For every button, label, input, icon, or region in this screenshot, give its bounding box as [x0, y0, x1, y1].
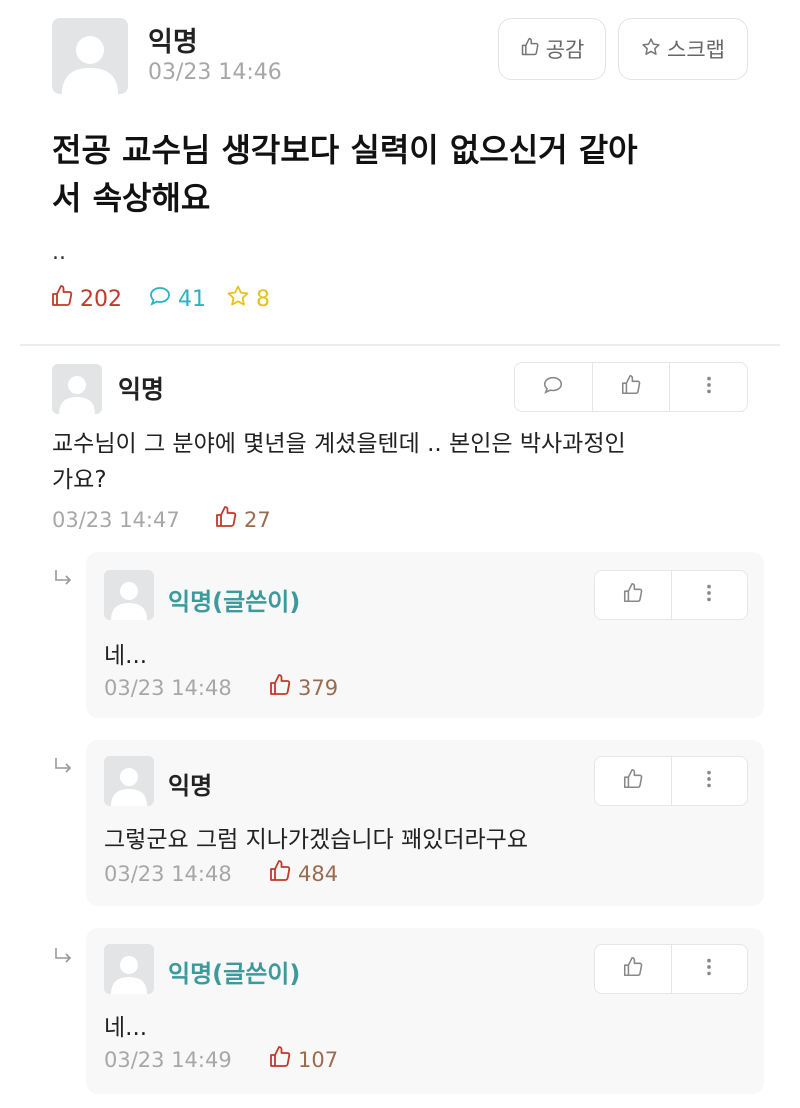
reply-like-button[interactable]	[595, 757, 671, 805]
reply-like-count: 484	[268, 859, 338, 888]
comment-author-avatar	[52, 364, 102, 414]
reply-action-bar	[594, 570, 748, 620]
star-icon	[226, 284, 250, 314]
more-vertical-icon	[698, 768, 720, 794]
reply-author-avatar	[104, 756, 154, 806]
post-like-count: 202	[50, 284, 122, 314]
thumbs-up-icon	[622, 582, 644, 608]
star-icon	[641, 37, 661, 62]
reply-text: 네...	[104, 1015, 148, 1041]
scrap-button[interactable]: 스크랩	[618, 18, 748, 80]
thumbs-up-icon	[622, 768, 644, 794]
scrap-button-label: 스크랩	[667, 38, 725, 62]
more-vertical-icon	[698, 374, 720, 400]
reply-action-bar	[594, 944, 748, 994]
post-date: 03/23 14:46	[148, 60, 282, 85]
comment-action-bar	[514, 362, 748, 412]
thumbs-up-icon	[268, 1045, 292, 1074]
reply-arrow-icon	[55, 948, 72, 963]
comment-like-count: 27	[214, 505, 271, 534]
thumbs-up-icon	[622, 956, 644, 982]
comment-icon	[542, 374, 564, 400]
reply-date: 03/23 14:49	[104, 1048, 232, 1072]
more-vertical-icon	[698, 582, 720, 608]
reply-more-button[interactable]	[670, 571, 748, 619]
comment-author-name: 익명	[118, 375, 165, 404]
comment-date: 03/23 14:47	[52, 508, 180, 532]
reply-more-button[interactable]	[670, 945, 748, 993]
reply-author-name: 익명(글쓴이)	[168, 588, 301, 616]
reply-more-button[interactable]	[670, 757, 748, 805]
post-title-line2: 서 속상해요	[52, 179, 211, 217]
reply-arrow-icon	[55, 758, 72, 773]
comment-text-line2: 가요?	[52, 467, 107, 493]
reply-arrow-icon	[55, 570, 72, 585]
reply-text: 그렇군요 그럼 지나가겠습니다 꽤있더라구요	[104, 827, 528, 853]
comment-like-button[interactable]	[591, 363, 670, 411]
post-title-line1: 전공 교수님 생각보다 실력이 없으신거 같아	[52, 131, 638, 169]
post-author-avatar	[52, 18, 128, 94]
thumbs-up-icon	[214, 505, 238, 534]
like-button[interactable]: 공감	[498, 18, 606, 80]
divider	[20, 344, 780, 346]
like-button-label: 공감	[545, 38, 585, 62]
reply-like-count: 107	[268, 1045, 338, 1074]
reply-action-bar	[594, 756, 748, 806]
reply-date: 03/23 14:48	[104, 862, 232, 886]
thumbs-up-icon	[268, 859, 292, 888]
post-body: ..	[52, 240, 66, 265]
reply-like-button[interactable]	[595, 571, 671, 619]
reply-author-avatar	[104, 570, 154, 620]
thumbs-up-icon	[620, 374, 642, 400]
comment-text-line1: 교수님이 그 분야에 몇년을 계셨을텐데 .. 본인은 박사과정인	[52, 431, 626, 457]
thumbs-up-icon	[50, 284, 74, 314]
comment-more-button[interactable]	[669, 363, 747, 411]
reply-text: 네...	[104, 643, 148, 669]
reply-date: 03/23 14:48	[104, 676, 232, 700]
more-vertical-icon	[698, 956, 720, 982]
thumbs-up-icon	[520, 37, 540, 62]
reply-like-count: 379	[268, 673, 338, 702]
reply-like-button[interactable]	[595, 945, 671, 993]
thumbs-up-icon	[268, 673, 292, 702]
reply-author-avatar	[104, 944, 154, 994]
post-author-name: 익명	[148, 27, 198, 58]
reply-author-name: 익명(글쓴이)	[168, 960, 301, 988]
comment-icon	[148, 284, 172, 314]
post-title: 전공 교수님 생각보다 실력이 없으신거 같아 서 속상해요	[52, 126, 638, 222]
reply-button[interactable]	[515, 363, 592, 411]
post-comment-count: 41	[148, 284, 206, 314]
reply-author-name: 익명	[168, 772, 213, 800]
comment-text: 교수님이 그 분야에 몇년을 계셨을텐데 .. 본인은 박사과정인 가요?	[52, 426, 626, 498]
post-scrap-count: 8	[226, 284, 270, 314]
